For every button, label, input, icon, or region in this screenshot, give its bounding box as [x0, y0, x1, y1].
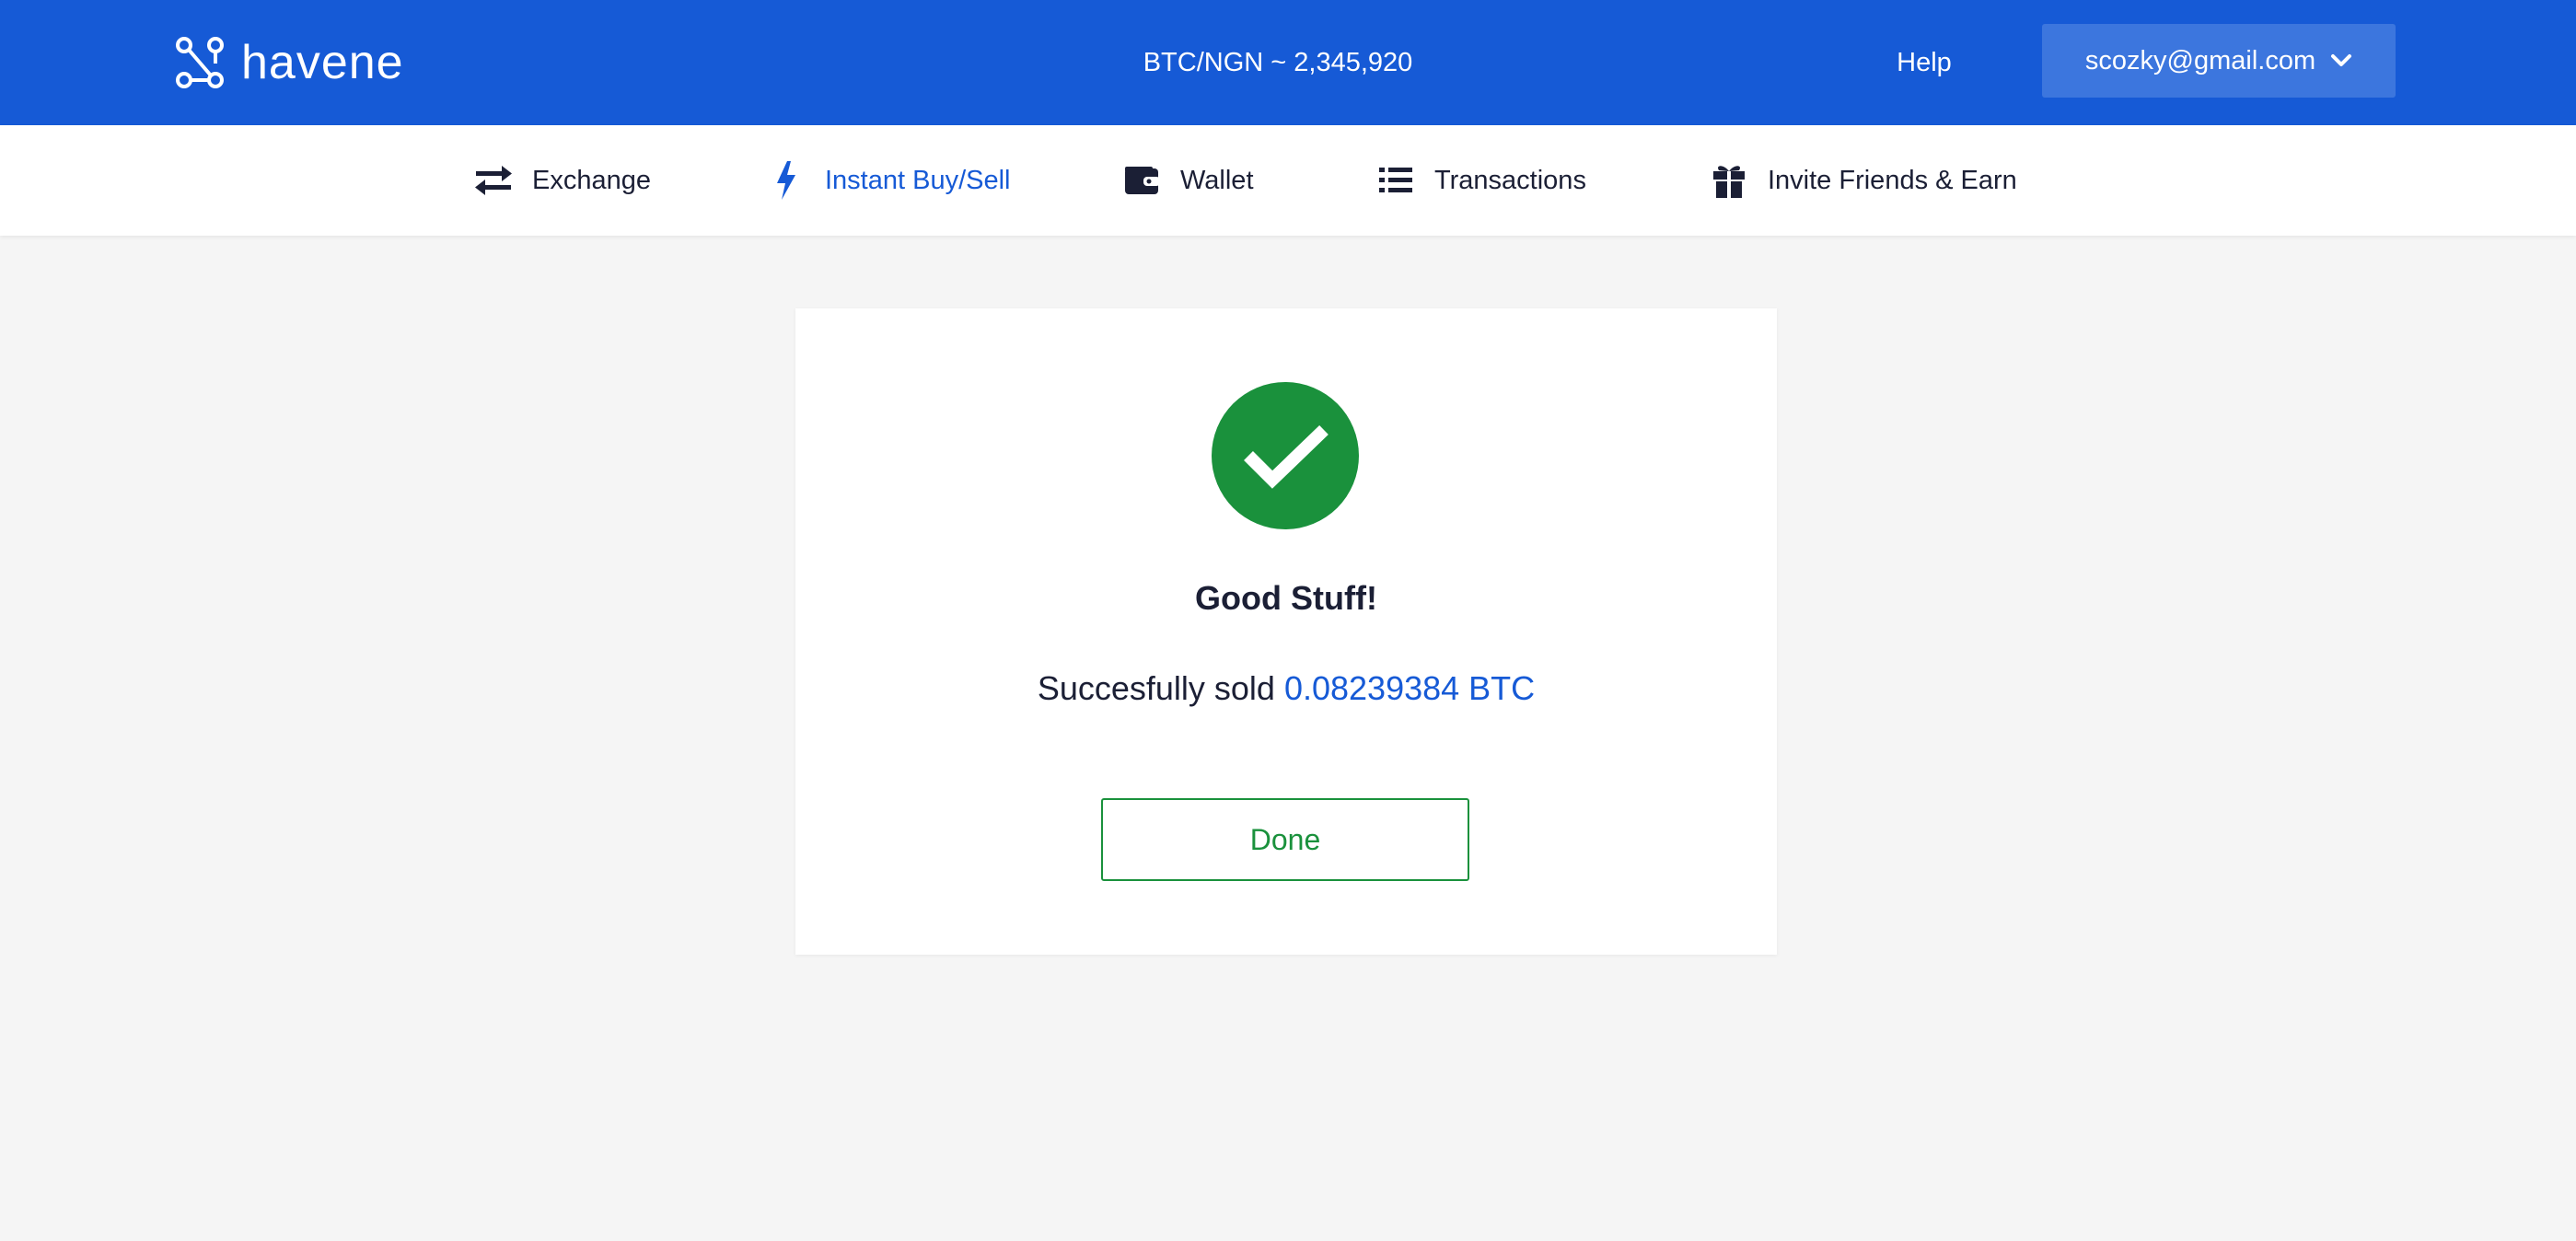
nav-instant-buy-sell[interactable]: Instant Buy/Sell: [766, 158, 1011, 203]
nav-exchange-label: Exchange: [532, 165, 651, 195]
nav-exchange[interactable]: Exchange: [473, 158, 651, 203]
logo-network-icon: [175, 36, 228, 89]
sold-amount: 0.08239384 BTC: [1283, 669, 1536, 707]
success-message: Succesfully sold 0.08239384 BTC: [795, 666, 1777, 712]
lightning-icon: [766, 160, 806, 201]
list-icon: [1375, 160, 1416, 201]
chevron-down-icon: [2330, 53, 2352, 68]
nav-transactions-label: Transactions: [1434, 165, 1586, 195]
nav-instant-buy-sell-label: Instant Buy/Sell: [825, 165, 1011, 195]
help-link[interactable]: Help: [1878, 41, 1970, 85]
btc-ngn-rate: BTC/NGN ~ 2,345,920: [1143, 48, 1413, 77]
done-button[interactable]: Done: [1101, 798, 1469, 881]
nav-invite-friends-label: Invite Friends & Earn: [1768, 165, 2017, 195]
success-message-prefix: Succesfully sold: [1037, 669, 1275, 707]
nav-wallet[interactable]: Wallet: [1121, 158, 1254, 203]
logo-text: havene: [241, 36, 404, 89]
account-dropdown[interactable]: scozky@gmail.com: [2042, 24, 2396, 98]
top-bar: havene BTC/NGN ~ 2,345,920 Help scozky@g…: [0, 0, 2576, 125]
nav-transactions[interactable]: Transactions: [1375, 158, 1586, 203]
gift-icon: [1709, 160, 1749, 201]
nav-wallet-label: Wallet: [1180, 165, 1254, 195]
wallet-icon: [1121, 160, 1162, 201]
main-nav: Exchange Instant Buy/Sell Wallet Transac…: [0, 125, 2576, 236]
success-title: Good Stuff!: [1195, 579, 1377, 617]
nav-invite-friends[interactable]: Invite Friends & Earn: [1709, 158, 2017, 203]
account-email: scozky@gmail.com: [2084, 45, 2316, 75]
exchange-arrows-icon: [473, 160, 514, 201]
success-card: Good Stuff! Succesfully sold 0.08239384 …: [795, 308, 1777, 955]
checkmark-icon: [1212, 382, 1359, 529]
havene-logo[interactable]: havene: [175, 33, 404, 92]
